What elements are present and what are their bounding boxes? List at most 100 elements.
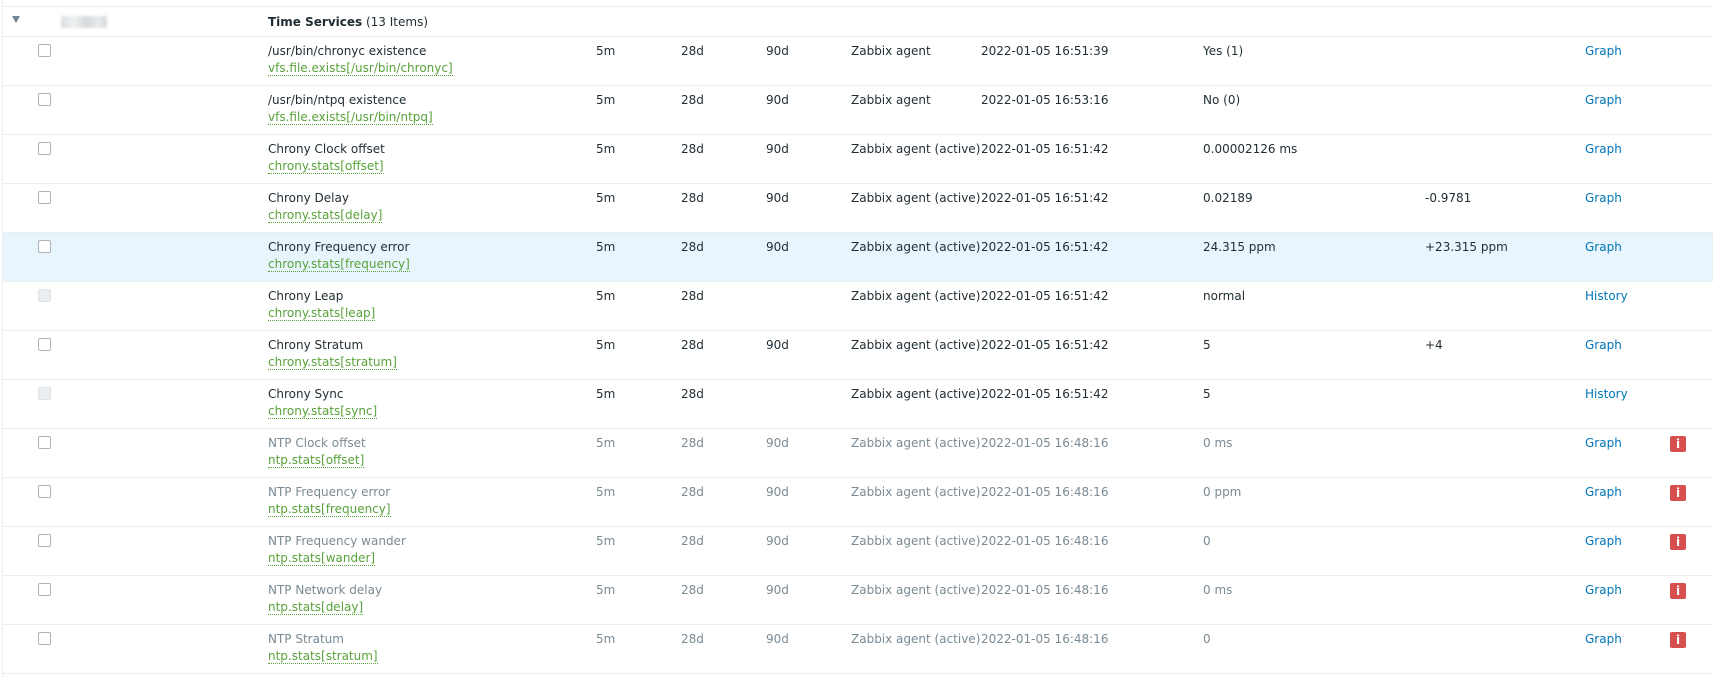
table-row: Chrony Clock offset chrony.stats[offset]… bbox=[3, 135, 1713, 184]
table-row: Chrony Leap chrony.stats[leap] 5m 28d Za… bbox=[3, 282, 1713, 331]
item-type: Zabbix agent (active) bbox=[851, 142, 981, 156]
row-checkbox[interactable] bbox=[38, 583, 51, 596]
item-trends: 90d bbox=[766, 583, 789, 597]
item-interval: 5m bbox=[596, 142, 616, 156]
error-info-icon[interactable]: i bbox=[1670, 632, 1686, 648]
graph-link[interactable]: Graph bbox=[1585, 632, 1622, 646]
graph-link[interactable]: Graph bbox=[1585, 44, 1622, 58]
row-checkbox[interactable] bbox=[38, 191, 51, 204]
item-interval: 5m bbox=[596, 93, 616, 107]
error-info-icon[interactable]: i bbox=[1670, 534, 1686, 550]
item-key-link[interactable]: ntp.stats[frequency] bbox=[268, 503, 391, 517]
item-key-link[interactable]: ntp.stats[wander] bbox=[268, 552, 376, 566]
item-name: NTP Frequency wander bbox=[268, 534, 406, 548]
item-history: 28d bbox=[681, 338, 704, 352]
item-last-check: 2022-01-05 16:51:42 bbox=[981, 191, 1109, 205]
item-key-link[interactable]: vfs.file.exists[/usr/bin/ntpq] bbox=[268, 111, 433, 125]
item-key-link[interactable]: vfs.file.exists[/usr/bin/chronyc] bbox=[268, 62, 453, 76]
row-checkbox[interactable] bbox=[38, 485, 51, 498]
item-key-link[interactable]: ntp.stats[stratum] bbox=[268, 650, 378, 664]
item-history: 28d bbox=[681, 534, 704, 548]
item-interval: 5m bbox=[596, 485, 616, 499]
table-row: NTP Frequency error ntp.stats[frequency]… bbox=[3, 478, 1713, 527]
graph-link[interactable]: Graph bbox=[1585, 338, 1622, 352]
item-name: NTP Network delay bbox=[268, 583, 383, 597]
item-interval: 5m bbox=[596, 583, 616, 597]
history-link[interactable]: History bbox=[1585, 387, 1628, 401]
item-last-check: 2022-01-05 16:51:42 bbox=[981, 142, 1109, 156]
row-checkbox[interactable] bbox=[38, 44, 51, 57]
row-checkbox[interactable] bbox=[38, 338, 51, 351]
item-trends: 90d bbox=[766, 338, 789, 352]
row-checkbox-disabled bbox=[38, 387, 51, 400]
group-item-count: (13 Items) bbox=[365, 15, 428, 29]
item-key-link[interactable]: ntp.stats[delay] bbox=[268, 601, 364, 615]
item-key-link[interactable]: chrony.stats[stratum] bbox=[268, 356, 397, 370]
graph-link[interactable]: Graph bbox=[1585, 93, 1622, 107]
item-history: 28d bbox=[681, 583, 704, 597]
table-row: NTP Frequency wander ntp.stats[wander] 5… bbox=[3, 527, 1713, 576]
item-last-value: 5 bbox=[1203, 387, 1211, 401]
error-info-icon[interactable]: i bbox=[1670, 583, 1686, 599]
item-key-link[interactable]: chrony.stats[delay] bbox=[268, 209, 383, 223]
row-checkbox[interactable] bbox=[38, 240, 51, 253]
error-info-icon[interactable]: i bbox=[1670, 436, 1686, 452]
graph-link[interactable]: Graph bbox=[1585, 191, 1622, 205]
item-history: 28d bbox=[681, 632, 704, 646]
row-checkbox[interactable] bbox=[38, 436, 51, 449]
item-name: Chrony Sync bbox=[268, 387, 344, 401]
graph-link[interactable]: Graph bbox=[1585, 534, 1622, 548]
item-type: Zabbix agent (active) bbox=[851, 191, 981, 205]
group-title: Time Services (13 Items) bbox=[268, 15, 428, 29]
item-type: Zabbix agent (active) bbox=[851, 387, 981, 401]
row-checkbox[interactable] bbox=[38, 142, 51, 155]
graph-link[interactable]: Graph bbox=[1585, 583, 1622, 597]
item-last-check: 2022-01-05 16:51:42 bbox=[981, 289, 1109, 303]
row-checkbox[interactable] bbox=[38, 632, 51, 645]
item-last-value: No (0) bbox=[1203, 93, 1241, 107]
item-type: Zabbix agent bbox=[851, 44, 931, 58]
row-checkbox[interactable] bbox=[38, 534, 51, 547]
item-key-link[interactable]: chrony.stats[sync] bbox=[268, 405, 378, 419]
table-row: /usr/bin/ntpq existence vfs.file.exists[… bbox=[3, 86, 1713, 135]
item-type: Zabbix agent (active) bbox=[851, 534, 981, 548]
item-name: Chrony Stratum bbox=[268, 338, 364, 352]
item-interval: 5m bbox=[596, 387, 616, 401]
group-header-row: Time Services (13 Items) bbox=[3, 6, 1713, 37]
graph-link[interactable]: Graph bbox=[1585, 485, 1622, 499]
item-name: NTP Clock offset bbox=[268, 436, 366, 450]
item-key-link[interactable]: chrony.stats[frequency] bbox=[268, 258, 410, 272]
history-link[interactable]: History bbox=[1585, 289, 1628, 303]
item-history: 28d bbox=[681, 240, 704, 254]
error-info-icon[interactable]: i bbox=[1670, 485, 1686, 501]
item-change: +23.315 ppm bbox=[1425, 240, 1508, 254]
table-row: NTP Network delay ntp.stats[delay] 5m 28… bbox=[3, 576, 1713, 625]
item-type: Zabbix agent (active) bbox=[851, 289, 981, 303]
graph-link[interactable]: Graph bbox=[1585, 142, 1622, 156]
item-key-link[interactable]: ntp.stats[offset] bbox=[268, 454, 365, 468]
item-trends: 90d bbox=[766, 436, 789, 450]
item-last-check: 2022-01-05 16:48:16 bbox=[981, 485, 1109, 499]
item-key-link[interactable]: chrony.stats[leap] bbox=[268, 307, 376, 321]
item-name: /usr/bin/ntpq existence bbox=[268, 93, 407, 107]
graph-link[interactable]: Graph bbox=[1585, 240, 1622, 254]
item-interval: 5m bbox=[596, 44, 616, 58]
item-interval: 5m bbox=[596, 632, 616, 646]
table-row: /usr/bin/chronyc existence vfs.file.exis… bbox=[3, 37, 1713, 86]
table-row: Chrony Stratum chrony.stats[stratum] 5m … bbox=[3, 331, 1713, 380]
collapse-toggle-icon[interactable] bbox=[12, 16, 20, 23]
row-checkbox[interactable] bbox=[38, 93, 51, 106]
item-interval: 5m bbox=[596, 191, 616, 205]
item-change: +4 bbox=[1425, 338, 1443, 352]
item-last-check: 2022-01-05 16:51:42 bbox=[981, 240, 1109, 254]
item-history: 28d bbox=[681, 142, 704, 156]
item-trends: 90d bbox=[766, 191, 789, 205]
graph-link[interactable]: Graph bbox=[1585, 436, 1622, 450]
item-last-check: 2022-01-05 16:48:16 bbox=[981, 534, 1109, 548]
item-last-check: 2022-01-05 16:51:42 bbox=[981, 338, 1109, 352]
item-history: 28d bbox=[681, 191, 704, 205]
item-name: Chrony Frequency error bbox=[268, 240, 410, 254]
item-key-link[interactable]: chrony.stats[offset] bbox=[268, 160, 384, 174]
item-interval: 5m bbox=[596, 289, 616, 303]
item-trends: 90d bbox=[766, 534, 789, 548]
